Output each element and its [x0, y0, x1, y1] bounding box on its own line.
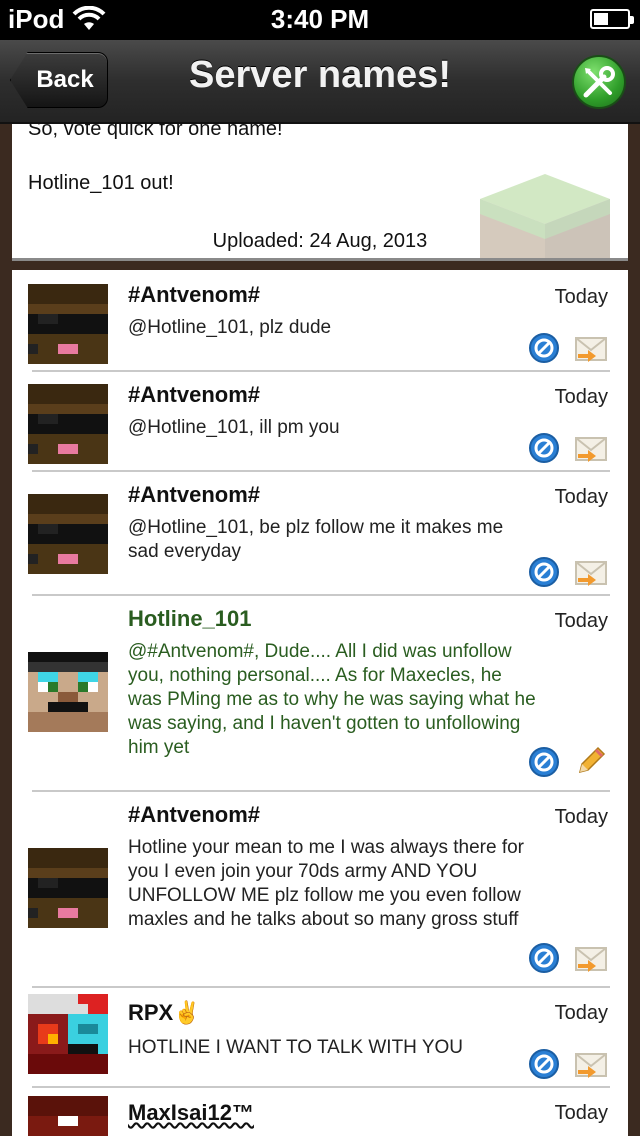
- avatar[interactable]: [28, 1096, 108, 1136]
- avatar[interactable]: [28, 284, 108, 364]
- block-icon[interactable]: [528, 556, 560, 588]
- comment-author[interactable]: Hotline_101: [128, 606, 252, 632]
- back-button[interactable]: Back: [10, 52, 108, 108]
- comment-time: Today: [554, 486, 608, 508]
- tools-icon[interactable]: [572, 55, 626, 109]
- comment-item: RPX✌ Today HOTLINE I WANT TO TALK WITH Y…: [12, 986, 628, 1086]
- avatar[interactable]: [28, 384, 108, 464]
- comment-author[interactable]: MaxIsai12™: [128, 1100, 254, 1126]
- reply-envelope-icon[interactable]: [574, 432, 608, 464]
- post-text-line: So, vote quick for one name!: [28, 124, 283, 140]
- pencil-icon[interactable]: [574, 744, 608, 776]
- block-icon[interactable]: [528, 942, 560, 974]
- page-title: Server names!: [189, 54, 451, 96]
- avatar[interactable]: [28, 652, 108, 732]
- comment-item: #Antvenom# Today @Hotline_101, be plz fo…: [12, 470, 628, 594]
- comment-item: #Antvenom# Today Hotline your mean to me…: [12, 790, 628, 986]
- comment-author[interactable]: #Antvenom#: [128, 282, 260, 308]
- avatar[interactable]: [28, 848, 108, 928]
- status-bar: iPod 3:40 PM: [0, 0, 640, 40]
- comment-time: Today: [554, 386, 608, 408]
- comment-author[interactable]: #Antvenom#: [128, 382, 260, 408]
- comment-time: Today: [554, 286, 608, 308]
- block-icon[interactable]: [528, 332, 560, 364]
- comment-time: Today: [554, 610, 608, 632]
- comment-text: @#Antvenom#, Dude.... All I did was unfo…: [128, 641, 536, 758]
- comment-author[interactable]: #Antvenom#: [128, 482, 260, 508]
- post-signature: Hotline_101 out!: [28, 172, 174, 194]
- block-icon[interactable]: [528, 432, 560, 464]
- comment-text: Hotline your mean to me I was always the…: [128, 837, 525, 930]
- comment-time: Today: [554, 1102, 608, 1124]
- comment-text: @Hotline_101, ill pm you: [128, 417, 340, 438]
- avatar[interactable]: [28, 994, 108, 1074]
- reply-envelope-icon[interactable]: [574, 942, 608, 974]
- comment-item: Hotline_101 Today @#Antvenom#, Dude.... …: [12, 594, 628, 790]
- battery-icon: [590, 9, 634, 29]
- comment-author[interactable]: #Antvenom#: [128, 802, 260, 828]
- comment-text: HOTLINE I WANT TO TALK WITH YOU: [128, 1037, 464, 1058]
- comment-author[interactable]: RPX✌: [128, 1000, 201, 1026]
- comment-text: @Hotline_101, be plz follow me it makes …: [128, 517, 504, 562]
- comment-text: @Hotline_101, plz dude: [128, 317, 332, 338]
- comment-item: #Antvenom# Today @Hotline_101, ill pm yo…: [12, 370, 628, 470]
- comment-item: #Antvenom# Today @Hotline_101, plz dude: [12, 270, 628, 370]
- reply-envelope-icon[interactable]: [574, 332, 608, 364]
- avatar[interactable]: [28, 494, 108, 574]
- block-icon[interactable]: [528, 746, 560, 778]
- content-area[interactable]: So, vote quick for one name! Hotline_101…: [0, 124, 640, 1136]
- comments-list: #Antvenom# Today @Hotline_101, plz dude: [12, 270, 628, 1136]
- comment-item: MaxIsai12™ Today: [12, 1086, 628, 1136]
- reply-envelope-icon[interactable]: [574, 1048, 608, 1080]
- reply-envelope-icon[interactable]: [574, 556, 608, 588]
- post-body: So, vote quick for one name! Hotline_101…: [12, 124, 628, 261]
- upload-date: Uploaded: 24 Aug, 2013: [212, 230, 428, 252]
- status-time: 3:40 PM: [270, 4, 370, 34]
- block-icon[interactable]: [528, 1048, 560, 1080]
- comment-time: Today: [554, 1002, 608, 1024]
- navigation-bar: Back Server names!: [0, 40, 640, 124]
- comment-time: Today: [554, 806, 608, 828]
